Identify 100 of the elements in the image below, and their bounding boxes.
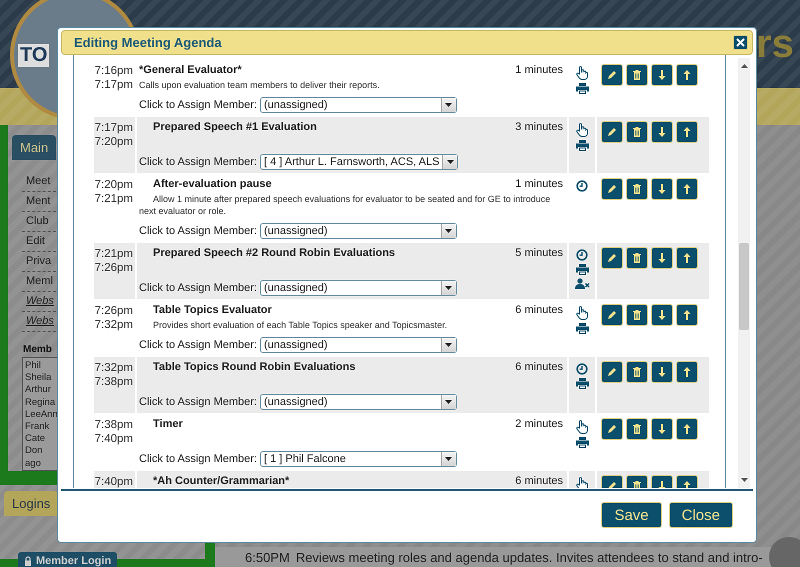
duration: 2 minutes bbox=[515, 418, 564, 430]
pencil-icon bbox=[606, 423, 618, 435]
member-dropdown[interactable]: (unassigned) bbox=[260, 337, 457, 353]
dropdown-arrow-icon bbox=[445, 343, 452, 347]
member-name: Phil bbox=[25, 360, 42, 372]
time-label: 7:16pm bbox=[94, 64, 133, 78]
time-label: 7:32pm bbox=[94, 361, 133, 375]
pointing-hand-icon[interactable] bbox=[576, 66, 588, 80]
move-down-button[interactable] bbox=[651, 178, 673, 200]
move-up-button[interactable] bbox=[676, 64, 698, 86]
agenda-item-title: Prepared Speech #1 Evaluation bbox=[152, 121, 317, 133]
delete-button[interactable] bbox=[626, 247, 648, 269]
remove-user-icon[interactable] bbox=[574, 278, 590, 289]
edit-button[interactable] bbox=[601, 178, 623, 200]
move-down-button[interactable] bbox=[651, 361, 673, 383]
printer-icon[interactable] bbox=[576, 378, 588, 389]
move-down-button[interactable] bbox=[651, 418, 673, 440]
dropdown-arrow-icon bbox=[445, 457, 452, 461]
move-up-button[interactable] bbox=[676, 361, 698, 383]
scroll-down-icon[interactable] bbox=[740, 478, 748, 482]
time-label: 7:38pm bbox=[94, 418, 133, 432]
edit-button[interactable] bbox=[601, 418, 623, 440]
clock-icon[interactable] bbox=[576, 249, 588, 261]
pointing-hand-icon[interactable] bbox=[576, 477, 588, 488]
arrow-down-icon bbox=[656, 183, 668, 195]
printer-icon[interactable] bbox=[576, 83, 588, 94]
edit-button[interactable] bbox=[601, 361, 623, 383]
agenda-item-title: *General Evaluator* bbox=[139, 64, 242, 76]
menu-link[interactable]: Webs bbox=[22, 312, 54, 331]
member-dropdown[interactable]: (unassigned) bbox=[260, 394, 457, 410]
printer-icon[interactable] bbox=[576, 437, 588, 448]
move-down-button[interactable] bbox=[651, 304, 673, 326]
menu-link[interactable]: Edit bbox=[22, 232, 45, 251]
delete-button[interactable] bbox=[626, 304, 648, 326]
site-heading: rs bbox=[756, 22, 795, 67]
menu-link[interactable]: Meet bbox=[22, 172, 50, 191]
edit-button[interactable] bbox=[601, 121, 623, 143]
menu-link[interactable]: Priva bbox=[22, 252, 52, 271]
assign-label: Click to Assign Member: bbox=[139, 453, 257, 465]
login-button[interactable]: Member Login bbox=[18, 552, 118, 567]
printer-icon[interactable] bbox=[576, 264, 588, 275]
dialog-button[interactable]: Save bbox=[601, 502, 662, 528]
delete-button[interactable] bbox=[626, 121, 648, 143]
assign-label: Click to Assign Member: bbox=[139, 282, 257, 294]
agenda-item-title: Table Topics Evaluator bbox=[152, 304, 272, 316]
edit-button[interactable] bbox=[601, 247, 623, 269]
menu-link[interactable]: Club bbox=[22, 212, 49, 231]
trash-icon bbox=[631, 183, 643, 195]
move-up-button[interactable] bbox=[676, 247, 698, 269]
member-dropdown[interactable]: (unassigned) bbox=[260, 97, 457, 113]
time-label: 7:40pm bbox=[94, 475, 133, 488]
time-label: 7:20pm bbox=[94, 178, 133, 192]
move-up-button[interactable] bbox=[676, 304, 698, 326]
sidebar-tab[interactable]: Main bbox=[12, 135, 56, 160]
time-label: 7:20pm bbox=[94, 135, 133, 149]
pencil-icon bbox=[606, 309, 618, 321]
scrollbar[interactable] bbox=[738, 58, 750, 488]
menu-link[interactable]: Meml bbox=[22, 272, 53, 291]
member-name: LeeAnn bbox=[25, 408, 59, 422]
pointing-hand-icon[interactable] bbox=[576, 420, 588, 434]
move-down-button[interactable] bbox=[651, 64, 673, 86]
menu-link[interactable]: Ment bbox=[22, 192, 50, 211]
move-up-button[interactable] bbox=[676, 178, 698, 200]
dialog-button[interactable]: Close bbox=[668, 502, 733, 528]
delete-button[interactable] bbox=[626, 64, 648, 86]
member-name: Cate bbox=[25, 433, 46, 446]
scrollbar-thumb[interactable] bbox=[739, 243, 749, 330]
time-label: 7:17pm bbox=[94, 78, 133, 92]
member-dropdown[interactable]: [ 1 ] Phil Falcone bbox=[260, 451, 457, 467]
logins-tab[interactable]: Logins bbox=[4, 491, 58, 516]
duration: 1 minutes bbox=[515, 64, 564, 76]
arrow-down-icon bbox=[656, 126, 668, 138]
edit-button[interactable] bbox=[601, 64, 623, 86]
pointing-hand-icon[interactable] bbox=[576, 306, 588, 320]
member-dropdown[interactable]: [ 4 ] Arthur L. Farnsworth, ACS, ALS bbox=[260, 154, 458, 170]
dropdown-arrow-icon bbox=[445, 103, 452, 107]
scroll-up-icon[interactable] bbox=[740, 64, 748, 68]
pointing-hand-icon[interactable] bbox=[576, 123, 588, 137]
edit-button[interactable] bbox=[601, 304, 623, 326]
member-name: ago bbox=[25, 458, 42, 470]
printer-icon[interactable] bbox=[576, 140, 588, 151]
delete-button[interactable] bbox=[626, 361, 648, 383]
menu-link[interactable]: Webs bbox=[22, 292, 54, 311]
move-down-button[interactable] bbox=[651, 247, 673, 269]
move-up-button[interactable] bbox=[676, 121, 698, 143]
time-label: 7:26pm bbox=[94, 261, 133, 275]
member-dropdown[interactable]: (unassigned) bbox=[260, 223, 457, 239]
dropdown-arrow-icon bbox=[445, 229, 452, 233]
clock-icon[interactable] bbox=[576, 363, 588, 375]
dropdown-arrow-icon bbox=[446, 160, 454, 164]
delete-button[interactable] bbox=[626, 418, 648, 440]
printer-icon[interactable] bbox=[576, 323, 588, 334]
trash-icon bbox=[631, 366, 643, 378]
close-button[interactable] bbox=[733, 35, 748, 50]
delete-button[interactable] bbox=[626, 178, 648, 200]
move-up-button[interactable] bbox=[676, 418, 698, 440]
clock-icon[interactable] bbox=[576, 180, 588, 192]
trash-icon bbox=[631, 126, 643, 138]
move-down-button[interactable] bbox=[651, 121, 673, 143]
member-dropdown[interactable]: (unassigned) bbox=[260, 280, 457, 296]
